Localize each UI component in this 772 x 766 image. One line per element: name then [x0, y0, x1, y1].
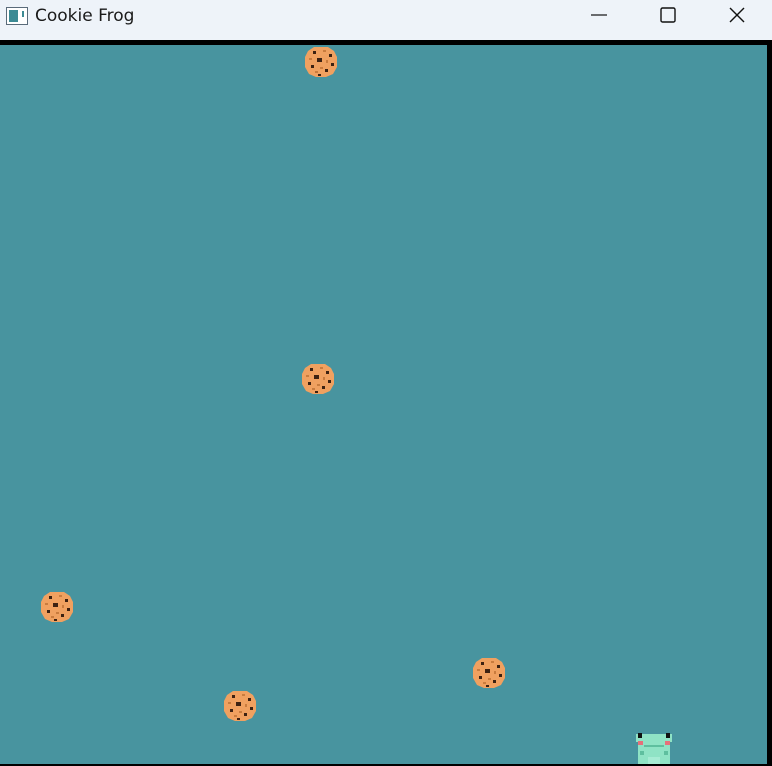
- app-window: Cookie Frog: [0, 0, 772, 766]
- title-bar[interactable]: Cookie Frog: [0, 0, 772, 40]
- maximize-icon: [659, 6, 677, 28]
- close-icon: [728, 6, 746, 28]
- game-canvas[interactable]: [0, 45, 767, 764]
- cookie-2: [302, 364, 334, 394]
- minimize-button[interactable]: [564, 0, 634, 34]
- app-window-icon: [6, 7, 28, 29]
- cookie-1: [305, 47, 337, 77]
- window-frame-right: [767, 40, 772, 766]
- minimize-icon: [590, 6, 608, 28]
- maximize-button[interactable]: [633, 0, 703, 34]
- close-button[interactable]: [702, 0, 772, 34]
- cookie-5: [224, 691, 256, 721]
- frog-player: [636, 733, 672, 764]
- cookie-3: [41, 592, 73, 622]
- cookie-4: [473, 658, 505, 688]
- window-title: Cookie Frog: [35, 6, 135, 26]
